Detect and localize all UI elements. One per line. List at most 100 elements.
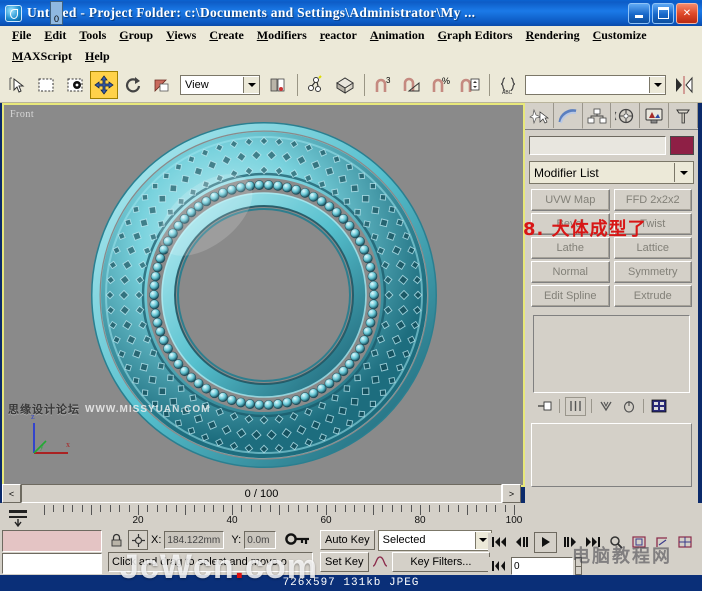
open-mini-curve-editor-icon[interactable]	[6, 508, 32, 530]
modifier-edit-spline-button[interactable]: Edit Spline	[531, 285, 610, 307]
key-filters-button[interactable]: Key Filters...	[391, 552, 490, 572]
angle-snap-icon[interactable]	[398, 71, 426, 99]
select-and-move-icon[interactable]	[90, 70, 118, 99]
auto-key-row: Auto Key Selected	[320, 529, 492, 551]
zoom-icon[interactable]	[605, 532, 626, 552]
mirror-icon[interactable]	[670, 71, 698, 99]
remove-modifier-icon[interactable]	[619, 398, 638, 415]
zoom-extents-icon[interactable]	[628, 532, 649, 552]
previous-frame-button[interactable]	[511, 532, 532, 552]
lock-selection-icon[interactable]	[108, 531, 125, 549]
selection-scope-combo[interactable]: Selected	[377, 529, 492, 551]
field-of-view-icon[interactable]	[651, 532, 672, 552]
modifier-stack-list[interactable]	[533, 315, 690, 393]
set-key-button[interactable]: Set Key	[320, 552, 369, 572]
timeline-ruler[interactable]: 20 40 60 80 100	[44, 505, 522, 529]
close-button[interactable]: ✕	[676, 2, 698, 24]
next-frame-button[interactable]: >	[502, 484, 521, 503]
menu-help[interactable]: Help	[79, 48, 117, 65]
go-to-end-button[interactable]	[582, 532, 603, 552]
parameter-curve-icon[interactable]	[372, 554, 389, 571]
menu-reactor[interactable]: reactor	[314, 27, 364, 44]
absolute-relative-transform-icon[interactable]	[128, 530, 148, 550]
select-by-name-icon[interactable]	[61, 71, 89, 99]
current-frame-display[interactable]: 0 / 100	[21, 484, 502, 503]
modifier-uvw-map-button[interactable]: UVW Map	[531, 189, 610, 211]
menu-rendering[interactable]: Rendering	[520, 27, 587, 44]
ring-diamond	[123, 218, 132, 227]
frame-spinner[interactable]	[575, 557, 582, 575]
menu-create[interactable]: Create	[203, 27, 250, 44]
motion-tab[interactable]	[611, 103, 641, 128]
reference-coordinate-system-combo[interactable]: View	[180, 74, 260, 95]
chevron-down-icon[interactable]	[243, 76, 259, 93]
next-frame-button[interactable]	[559, 532, 580, 552]
key-icon[interactable]	[285, 531, 311, 550]
percent-snap-icon[interactable]: %	[427, 71, 455, 99]
menu-graph-editors[interactable]: Graph Editors	[432, 27, 520, 44]
ring-bead	[150, 271, 161, 282]
menu-edit[interactable]: Edit	[38, 27, 73, 44]
chevron-down-icon[interactable]	[674, 163, 693, 182]
select-and-rotate-icon[interactable]	[119, 71, 147, 99]
chevron-down-icon[interactable]	[649, 76, 665, 93]
menu-maxscript[interactable]: MAXScript	[6, 48, 79, 65]
ruler-label: 100	[505, 515, 523, 526]
use-pivot-point-center-icon[interactable]	[264, 71, 292, 99]
create-tab[interactable]	[525, 103, 554, 128]
spinner-snap-icon[interactable]	[456, 71, 484, 99]
menu-animation[interactable]: Animation	[364, 27, 432, 44]
object-color-swatch[interactable]	[670, 136, 694, 155]
configure-modifier-sets-icon[interactable]	[649, 398, 668, 415]
modify-tab[interactable]	[553, 103, 583, 129]
snap-3d-icon[interactable]: 3	[369, 71, 397, 99]
maximize-button[interactable]	[652, 2, 674, 24]
previous-frame-button[interactable]: <	[2, 484, 21, 503]
object-name-field[interactable]	[529, 136, 666, 155]
maxscript-listener-pink[interactable]	[2, 530, 102, 552]
ring-diamond	[139, 218, 148, 228]
key-mode-icon[interactable]	[488, 556, 509, 576]
make-unique-icon[interactable]	[597, 398, 616, 415]
menu-modifiers[interactable]: Modifiers	[251, 27, 314, 44]
maximize-viewport-icon[interactable]	[674, 532, 695, 552]
hierarchy-tab[interactable]	[583, 103, 612, 128]
y-coordinate-field[interactable]: 0.0m	[244, 531, 277, 549]
utilities-tab[interactable]	[669, 103, 698, 128]
image-dimensions-label: 726x597 131kb JPEG	[282, 577, 420, 589]
viewport-front[interactable]: Front z x y 思缘设计论坛 WWW.MISSYUAN.COM	[2, 103, 525, 487]
menu-tools[interactable]: Tools	[73, 27, 113, 44]
display-tab[interactable]	[640, 103, 670, 128]
modifier-normal-button[interactable]: Normal	[531, 261, 610, 283]
maxscript-listener-white[interactable]	[2, 553, 102, 574]
timeline-playhead[interactable]: 0	[50, 1, 63, 25]
named-selection-icon[interactable]: ABC	[494, 71, 522, 99]
ring-bead	[158, 335, 169, 346]
play-animation-button[interactable]	[534, 531, 557, 553]
select-region-rectangle-icon[interactable]	[32, 71, 60, 99]
menu-views[interactable]: Views	[160, 27, 203, 44]
menu-file[interactable]: File	[6, 27, 38, 44]
modifier-list-combo[interactable]: Modifier List	[529, 161, 694, 184]
select-object-icon[interactable]	[3, 71, 31, 99]
ruler-label: 60	[320, 515, 332, 526]
ruler-tick	[420, 505, 421, 515]
select-and-link-icon[interactable]	[302, 71, 330, 99]
show-end-result-icon[interactable]	[565, 396, 586, 416]
ring-diamond	[379, 218, 388, 228]
named-selection-set-combo[interactable]	[525, 74, 666, 95]
go-to-start-button[interactable]	[488, 532, 509, 552]
bind-to-space-warp-icon[interactable]	[331, 71, 359, 99]
auto-key-button[interactable]: Auto Key	[320, 530, 375, 550]
pin-stack-icon[interactable]	[535, 398, 554, 415]
modifier-ffd-2x2x2-button[interactable]: FFD 2x2x2	[613, 189, 692, 211]
select-and-scale-icon[interactable]	[148, 71, 176, 99]
viewport-label[interactable]: Front	[10, 109, 34, 120]
modifier-symmetry-button[interactable]: Symmetry	[613, 261, 692, 283]
menu-group[interactable]: Group	[113, 27, 160, 44]
modifier-extrude-button[interactable]: Extrude	[613, 285, 692, 307]
menu-customize[interactable]: Customize	[587, 27, 654, 44]
x-coordinate-field[interactable]: 184.122mm	[164, 531, 225, 549]
minimize-button[interactable]	[628, 2, 650, 24]
current-frame-field[interactable]: 0	[511, 557, 573, 575]
